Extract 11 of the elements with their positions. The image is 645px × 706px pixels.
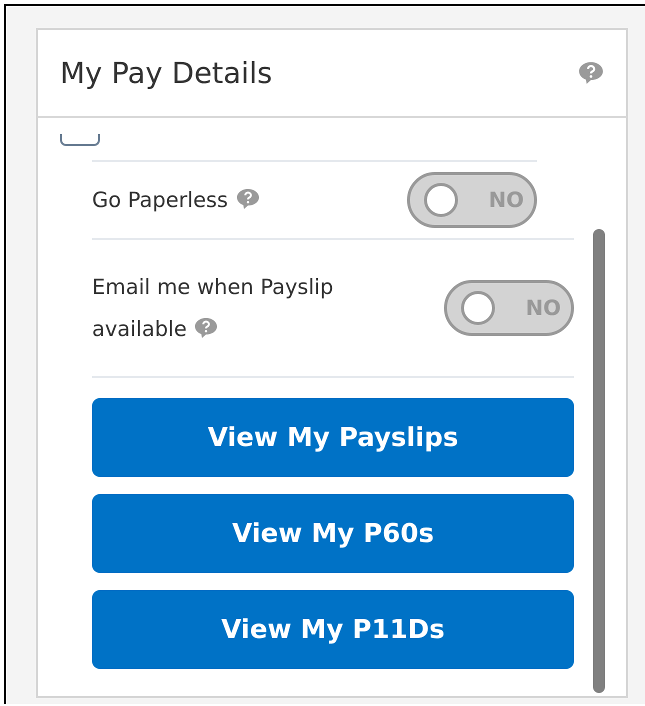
scrollbar[interactable]: [593, 229, 605, 693]
panel-title: My Pay Details: [60, 56, 272, 90]
partial-control: [60, 134, 100, 146]
help-icon[interactable]: [193, 317, 220, 339]
setting-label: Email me when Payslip available: [92, 274, 334, 343]
view-button[interactable]: View My P60s: [92, 494, 574, 573]
setting-label: Go Paperless: [92, 179, 261, 221]
help-icon[interactable]: [234, 188, 261, 210]
help-icon[interactable]: [578, 61, 604, 85]
view-button[interactable]: View My Payslips: [92, 398, 574, 477]
view-button[interactable]: View My P11Ds: [92, 590, 574, 669]
